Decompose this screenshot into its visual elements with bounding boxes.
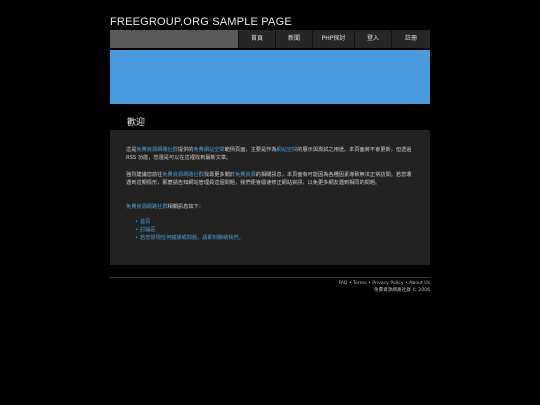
footer-copyright: 免費資源網路社群 © 2006 bbox=[374, 288, 430, 293]
intro-text: 這是 bbox=[126, 147, 137, 153]
nav-spacer bbox=[110, 30, 238, 48]
footer-divider bbox=[110, 277, 430, 278]
recommend-paragraph: 強烈建議您前往免費資源網路社群找尋更多關於免費資源的相關訊息，本頁面有可能因為各… bbox=[126, 171, 412, 187]
recommend-text: 找尋更多關於 bbox=[203, 172, 235, 178]
community-link[interactable]: 免費資源網路社群 bbox=[162, 172, 204, 178]
nav-bar: 首頁 新聞 PHP探討 登入 註冊 bbox=[110, 30, 430, 48]
free-hosting-link[interactable]: 免費網站空間 bbox=[193, 147, 224, 153]
info-text: 相關訊息如下： bbox=[167, 204, 204, 210]
nav-item-login[interactable]: 登入 bbox=[354, 30, 391, 48]
list-item-contact[interactable]: 若您發現任何錯誤或問題，請即刻聯絡我們。 bbox=[135, 234, 244, 242]
link-list: 首頁 討論區 若您發現任何錯誤或問題，請即刻聯絡我們。 bbox=[135, 218, 244, 242]
recommend-text: 強烈建議您前往 bbox=[126, 172, 163, 178]
footer-link-terms[interactable]: Terms bbox=[353, 281, 367, 286]
community-link[interactable]: 免費資源網路社群 bbox=[126, 204, 168, 210]
footer-links: FAQ • Terms • Privacy Policy • About Us bbox=[339, 281, 430, 286]
intro-text: 範例頁面，主要是作為 bbox=[224, 147, 277, 153]
nav-item-news[interactable]: 新聞 bbox=[275, 30, 312, 48]
intro-text: 提供的 bbox=[177, 147, 194, 153]
community-link[interactable]: 免費資源網路社群 bbox=[136, 147, 178, 153]
free-resources-link[interactable]: 免費資源 bbox=[235, 172, 256, 178]
nav-item-register[interactable]: 註冊 bbox=[391, 30, 430, 48]
list-item-home[interactable]: 首頁 bbox=[135, 218, 244, 226]
intro-paragraph: 這是免費資源網路社群提供的免費網站空間範例頁面，主要是作為網站空間的展示與測試之… bbox=[126, 146, 412, 162]
list-item-forum[interactable]: 討論區 bbox=[135, 226, 244, 234]
nav-item-php[interactable]: PHP探討 bbox=[312, 30, 354, 48]
header-banner bbox=[110, 50, 430, 104]
footer-link-about[interactable]: About Us bbox=[409, 281, 430, 286]
nav-menu: 首頁 新聞 PHP探討 登入 註冊 bbox=[238, 30, 430, 48]
footer-link-privacy[interactable]: Privacy Policy bbox=[372, 281, 403, 286]
page-heading: 歡迎 bbox=[127, 118, 146, 128]
web-space-link[interactable]: 網站空間 bbox=[277, 147, 298, 153]
site-title: FREEGROUP.ORG SAMPLE PAGE bbox=[110, 16, 292, 28]
info-paragraph: 免費資源網路社群相關訊息如下： bbox=[126, 203, 412, 211]
nav-item-home[interactable]: 首頁 bbox=[238, 30, 275, 48]
